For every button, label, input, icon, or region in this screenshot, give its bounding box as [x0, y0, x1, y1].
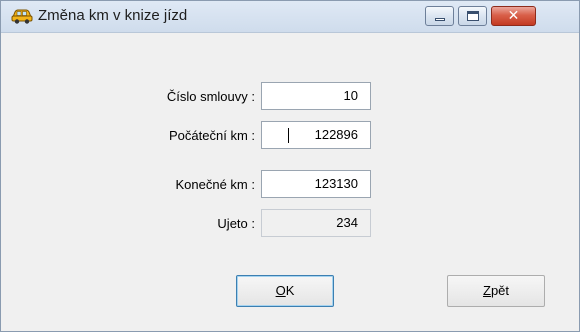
- back-mnemonic: Z: [482, 283, 491, 298]
- back-label: pět: [490, 283, 510, 298]
- end-km-field[interactable]: 123130: [261, 170, 371, 198]
- start-km-value: 122896: [314, 127, 358, 142]
- maximize-icon: [467, 11, 479, 21]
- minimize-icon: [435, 18, 445, 21]
- start-km-label: Počáteční km :: [169, 128, 255, 143]
- ok-mnemonic: O: [275, 283, 286, 298]
- contract-number-label: Číslo smlouvy :: [166, 89, 255, 104]
- ok-button[interactable]: OK: [236, 275, 334, 307]
- contract-number-value: 10: [343, 88, 358, 103]
- driven-km-field: 234: [261, 209, 371, 237]
- end-km-value: 123130: [314, 176, 358, 191]
- car-icon: [11, 8, 33, 24]
- window-title: Změna km v knize jízd: [38, 7, 188, 24]
- back-button[interactable]: Zpět: [447, 275, 545, 307]
- maximize-button[interactable]: [458, 6, 487, 26]
- start-km-field[interactable]: 122896: [261, 121, 371, 149]
- text-cursor: [288, 128, 289, 143]
- dialog-window: Změna km v knize jízd ✕ Číslo smlouvy : …: [0, 0, 580, 332]
- dialog-body: Číslo smlouvy : 10 Počáteční km : 122896…: [1, 33, 579, 331]
- title-bar[interactable]: Změna km v knize jízd ✕: [1, 1, 579, 33]
- contract-number-field[interactable]: 10: [261, 82, 371, 110]
- close-button[interactable]: ✕: [491, 6, 536, 26]
- end-km-label: Konečné km :: [175, 177, 256, 192]
- minimize-button[interactable]: [425, 6, 454, 26]
- driven-km-value: 234: [336, 215, 358, 230]
- ok-label: K: [285, 283, 295, 298]
- close-icon: ✕: [507, 8, 520, 24]
- driven-km-label: Ujeto :: [217, 216, 255, 231]
